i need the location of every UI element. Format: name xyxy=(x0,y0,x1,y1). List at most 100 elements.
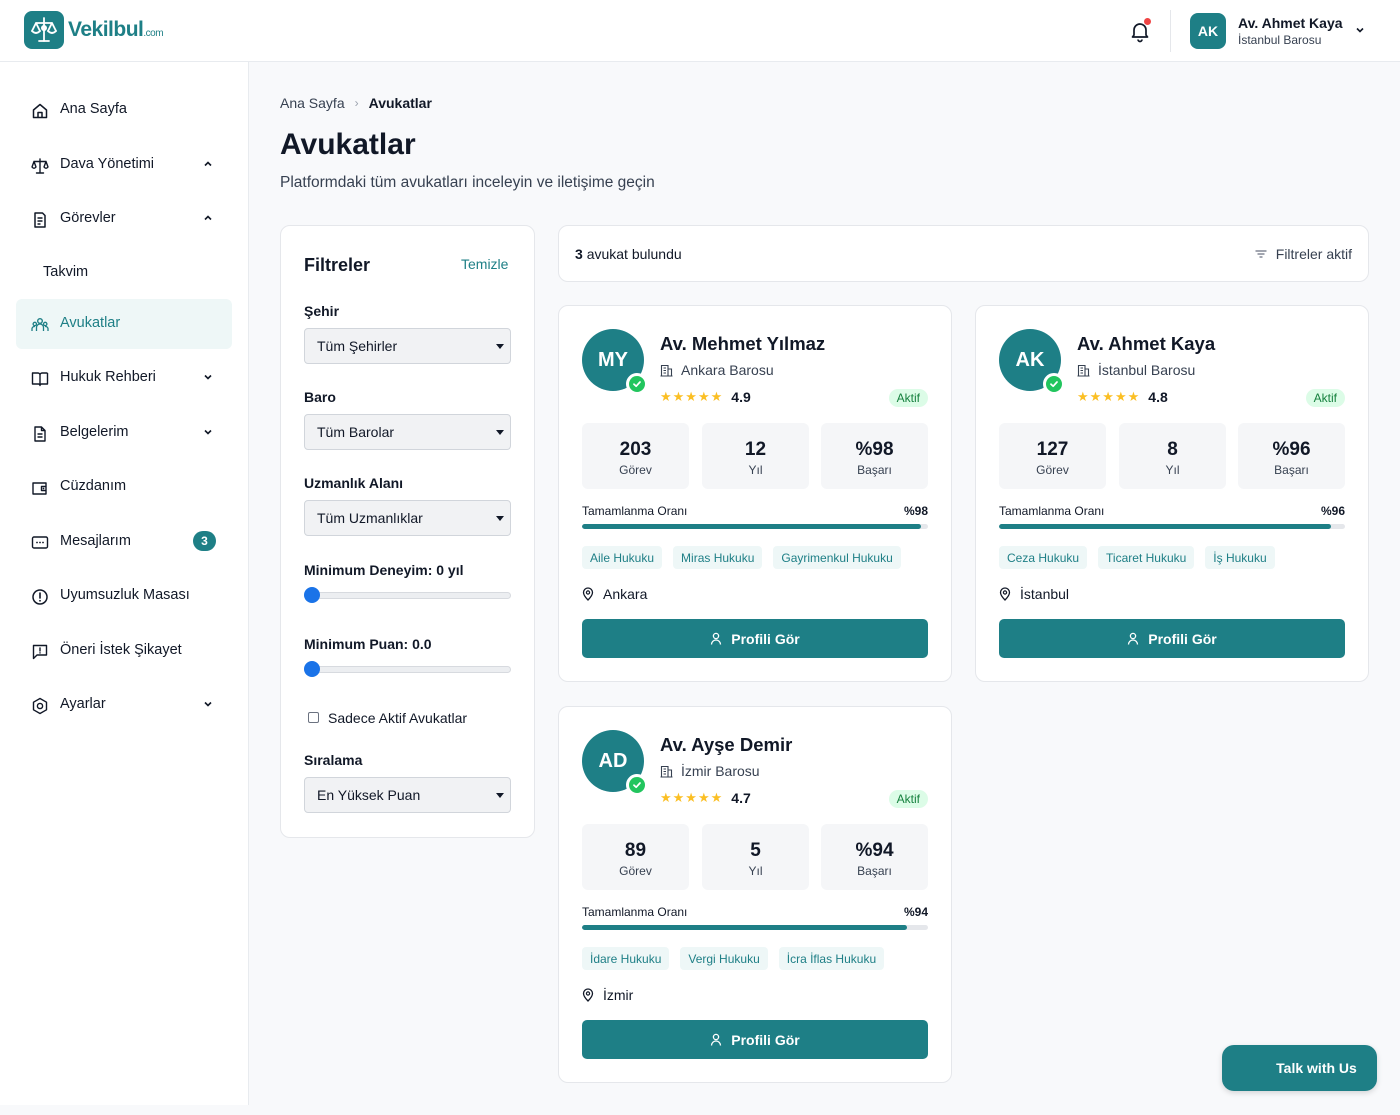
scale-icon xyxy=(31,158,49,174)
lawyer-bar: İstanbul Barosu xyxy=(1077,362,1195,378)
completion-label: Tamamlanma Oranı xyxy=(582,905,688,919)
active-only-label: Sadece Aktif Avukatlar xyxy=(328,710,468,726)
sidebar: Ana Sayfa Dava Yönetimi Görevler Takvim … xyxy=(0,62,249,1105)
sidebar-item-ayarlar[interactable]: Ayarlar xyxy=(16,680,232,730)
specialty-tags: Aile Hukuku Miras Hukuku Gayrimenkul Hukuk… xyxy=(582,546,901,569)
sidebar-item-label: Belgelerim xyxy=(60,424,129,440)
sidebar-item-uyumsuzluk-masasi[interactable]: Uyumsuzluk Masası xyxy=(16,571,232,621)
talk-with-us-button[interactable]: Talk with Us xyxy=(1222,1045,1377,1091)
sidebar-item-takvim[interactable]: Takvim xyxy=(16,248,232,298)
city-select[interactable]: Tüm Şehirler xyxy=(304,328,511,364)
sidebar-item-label: Avukatlar xyxy=(60,315,121,331)
rating-value: 4.9 xyxy=(731,389,751,405)
view-profile-button[interactable]: Profili Gör xyxy=(582,619,928,658)
stat-years: 12 Yıl xyxy=(702,423,809,489)
sidebar-item-avukatlar[interactable]: Avukatlar xyxy=(16,299,232,349)
logo[interactable]: Vekilbul.com xyxy=(24,11,164,49)
lawyer-name[interactable]: Av. Ayşe Demir xyxy=(660,734,792,756)
specialty-tag: Gayrimenkul Hukuku xyxy=(773,546,901,569)
header-divider xyxy=(1170,10,1171,52)
view-profile-button[interactable]: Profili Gör xyxy=(582,1020,928,1059)
view-profile-label: Profili Gör xyxy=(1148,630,1217,647)
sort-select[interactable]: En Yüksek Puan xyxy=(304,777,511,813)
stat-value: 89 xyxy=(624,840,647,861)
slider-thumb[interactable] xyxy=(304,587,320,603)
lawyer-rating: ★★★★★ 4.9 xyxy=(660,389,751,405)
notification-bell-icon[interactable] xyxy=(1128,18,1152,43)
top-bar: Vekilbul.com AK Av. Ahmet Kaya İstanbul … xyxy=(0,0,1400,62)
stat-label: Görev xyxy=(1036,463,1069,477)
lawyer-bar: Ankara Barosu xyxy=(660,362,774,378)
lawyer-card: MY Av. Mehmet Yılmaz Ankara Barosu ★★★★★… xyxy=(558,305,952,682)
stat-value: 12 xyxy=(744,439,767,460)
chevron-up-icon xyxy=(204,161,212,167)
stat-label: Başarı xyxy=(857,463,892,477)
user-name: Av. Ahmet Kaya xyxy=(1238,15,1343,31)
caret-down-icon xyxy=(496,430,504,435)
caret-down-icon xyxy=(496,793,504,798)
location-pin-icon xyxy=(582,587,594,601)
breadcrumb-home-link[interactable]: Ana Sayfa xyxy=(280,95,345,111)
lawyer-name[interactable]: Av. Ahmet Kaya xyxy=(1077,333,1215,355)
completion-label: Tamamlanma Oranı xyxy=(999,504,1105,518)
sidebar-item-label: Görevler xyxy=(60,210,116,226)
sidebar-item-mesajlarim[interactable]: Mesajlarım 3 xyxy=(16,517,232,567)
breadcrumb-current: Avukatlar xyxy=(368,95,432,111)
completion-value: %94 xyxy=(903,905,928,919)
bar-select[interactable]: Tüm Barolar xyxy=(304,414,511,450)
stat-label: Başarı xyxy=(1274,463,1309,477)
sidebar-item-cuzdanim[interactable]: Cüzdanım xyxy=(16,462,232,512)
settings-icon xyxy=(32,697,48,715)
building-icon xyxy=(1077,364,1090,377)
page-title: Avukatlar xyxy=(280,128,416,161)
lawyer-name[interactable]: Av. Mehmet Yılmaz xyxy=(660,333,825,355)
alert-icon xyxy=(32,589,48,605)
sidebar-item-belgelerim[interactable]: Belgelerim xyxy=(16,408,232,458)
bar-name: İzmir Barosu xyxy=(681,763,760,779)
filters-active-toggle[interactable]: Filtreler aktif xyxy=(1254,246,1352,262)
sidebar-item-gorevler[interactable]: Görevler xyxy=(16,194,232,244)
user-menu[interactable]: AK Av. Ahmet Kaya İstanbul Barosu xyxy=(1190,12,1380,50)
city-name: İzmir xyxy=(603,987,634,1003)
stat-success: %98 Başarı xyxy=(821,423,928,489)
stat-years: 5 Yıl xyxy=(702,824,809,890)
location-pin-icon xyxy=(582,988,594,1002)
sidebar-item-label: Hukuk Rehberi xyxy=(60,369,156,385)
lawyer-location: İzmir xyxy=(582,987,633,1003)
sidebar-item-label: Öneri İstek Şikayet xyxy=(60,642,182,658)
lawyer-rating: ★★★★★ 4.7 xyxy=(660,790,751,806)
completion-label: Tamamlanma Oranı xyxy=(582,504,688,518)
specialty-tag: Ceza Hukuku xyxy=(999,546,1088,569)
bar-name: Ankara Barosu xyxy=(681,362,774,378)
sidebar-item-label: Ana Sayfa xyxy=(60,101,127,117)
slider-thumb[interactable] xyxy=(304,661,320,677)
clear-filters-button[interactable]: Temizle xyxy=(461,256,508,272)
sidebar-item-ana-sayfa[interactable]: Ana Sayfa xyxy=(16,85,232,135)
specialty-tags: İdare Hukuku Vergi Hukuku İcra İflas Hukuk… xyxy=(582,947,885,970)
results-bar: 3 avukat bulundu Filtreler aktif xyxy=(558,225,1369,282)
results-count: 3 avukat bulundu xyxy=(575,246,682,262)
building-icon xyxy=(660,765,673,778)
stat-value: %96 xyxy=(1272,439,1311,460)
sidebar-item-hukuk-rehberi[interactable]: Hukuk Rehberi xyxy=(16,353,232,403)
sidebar-item-label: Mesajlarım xyxy=(60,533,131,549)
active-only-checkbox[interactable] xyxy=(308,712,319,723)
lawyer-location: Ankara xyxy=(582,586,647,602)
specialty-tag: İş Hukuku xyxy=(1205,546,1275,569)
sidebar-item-dava-yonetimi[interactable]: Dava Yönetimi xyxy=(16,140,232,190)
completion-progress-bar xyxy=(582,925,928,930)
stat-success: %96 Başarı xyxy=(1238,423,1345,489)
completion-progress-bar xyxy=(582,524,928,529)
min-experience-label: Minimum Deneyim: 0 yıl xyxy=(304,562,464,578)
specialty-select[interactable]: Tüm Uzmanlıklar xyxy=(304,500,511,536)
page-subtitle: Platformdaki tüm avukatları inceleyin ve… xyxy=(280,174,655,191)
location-pin-icon xyxy=(999,587,1011,601)
min-rating-slider[interactable] xyxy=(304,661,511,677)
stat-tasks: 127 Görev xyxy=(999,423,1106,489)
user-avatar: AK xyxy=(1190,13,1226,49)
users-icon xyxy=(31,318,49,331)
star-rating-icon: ★★★★★ xyxy=(660,790,724,805)
sidebar-item-oneri-istek-sikayet[interactable]: Öneri İstek Şikayet xyxy=(16,626,232,676)
view-profile-button[interactable]: Profili Gör xyxy=(999,619,1345,658)
min-experience-slider[interactable] xyxy=(304,587,511,603)
